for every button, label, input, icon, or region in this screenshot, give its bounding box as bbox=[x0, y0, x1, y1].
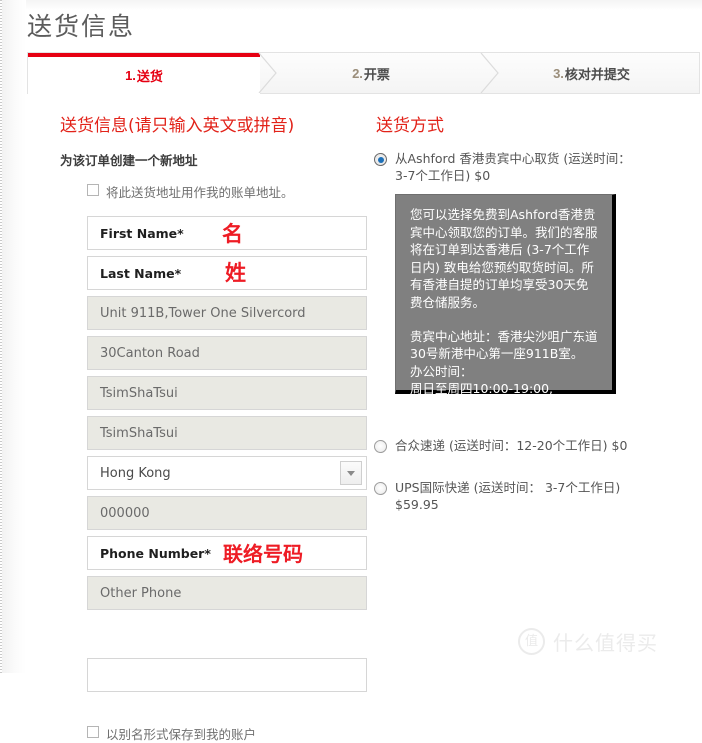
save-alias-checkbox[interactable] bbox=[87, 726, 99, 738]
district-field[interactable]: TsimShaTsui bbox=[87, 416, 367, 450]
tooltip-paragraph-5: 周五10:00-17:00 bbox=[410, 398, 512, 414]
save-alias-checkbox-row[interactable]: 以别名形式保存到我的账户 bbox=[87, 724, 256, 743]
tab-review-label: 核对并提交 bbox=[564, 66, 630, 82]
other-phone-value: Other Phone bbox=[100, 585, 182, 601]
tab-review-submit[interactable]: 3. 核对并提交 bbox=[482, 53, 701, 93]
other-phone-field[interactable]: Other Phone bbox=[87, 576, 367, 610]
postal-code-field[interactable]: 000000 bbox=[87, 496, 367, 530]
shipping-option-ups-international[interactable]: UPS国际快递 (运送时间： 3-7个工作日) $59.95 bbox=[374, 479, 636, 513]
radio-hezhong-express[interactable] bbox=[374, 440, 387, 453]
phone-number-value: Phone Number* bbox=[100, 545, 211, 561]
tooltip-paragraph-4: 周日至周四10:00-19:00, bbox=[410, 381, 554, 397]
tooltip-paragraph-1: 您可以选择免费到Ashford香港贵宾中心领取您的订单。我们的客服将在订单到达香… bbox=[410, 207, 598, 310]
last-name-field[interactable]: Last Name* bbox=[87, 256, 367, 290]
phone-number-field[interactable]: Phone Number* bbox=[87, 536, 367, 570]
checkout-steps: 1. 送货 2. 开票 3. 核对并提交 bbox=[27, 52, 700, 94]
shipping-option-hezhong-express[interactable]: 合众速递 (运送时间：12-20个工作日) $0 bbox=[374, 437, 636, 454]
shipping-form-subheading: 为该订单创建一个新地址 bbox=[60, 153, 198, 168]
country-select[interactable]: Hong Kong bbox=[87, 456, 367, 490]
first-name-field[interactable]: First Name* bbox=[87, 216, 367, 250]
shipping-option-ups-label: UPS国际快递 (运送时间： 3-7个工作日) $59.95 bbox=[395, 480, 621, 512]
city-field[interactable]: TsimShaTsui bbox=[87, 376, 367, 410]
page-left-gradient-edge bbox=[2, 0, 26, 673]
use-as-billing-address-checkbox[interactable] bbox=[87, 184, 99, 196]
save-alias-label: 以别名形式保存到我的账户 bbox=[106, 727, 257, 742]
radio-pickup-ashford-hk[interactable] bbox=[374, 153, 387, 166]
chevron-down-icon[interactable] bbox=[340, 461, 362, 485]
tab-shipping[interactable]: 1. 送货 bbox=[28, 53, 260, 94]
page-title: 送货信息 bbox=[27, 12, 136, 41]
shipping-option-hezhong-label: 合众速递 (运送时间：12-20个工作日) $0 bbox=[395, 438, 628, 453]
checkout-content: 送货信息(请只输入英文或拼音) 为该订单创建一个新地址 将此送货地址用作我的账单… bbox=[27, 94, 700, 742]
alias-name-field[interactable] bbox=[87, 658, 367, 692]
address-line-1-value: Unit 911B,Tower One Silvercord bbox=[100, 305, 306, 321]
shipping-form-heading: 送货信息(请只输入英文或拼音) bbox=[60, 116, 295, 136]
first-name-value: First Name* bbox=[100, 225, 184, 241]
postal-code-value: 000000 bbox=[100, 505, 150, 521]
country-value: Hong Kong bbox=[100, 465, 171, 481]
shipping-option-pickup-label: 从Ashford 香港贵宾中心取货 (运送时间：3-7个工作日) $0 bbox=[395, 151, 631, 183]
city-value: TsimShaTsui bbox=[100, 385, 178, 401]
district-value: TsimShaTsui bbox=[100, 425, 178, 441]
address-line-1-field[interactable]: Unit 911B,Tower One Silvercord bbox=[87, 296, 367, 330]
checkout-page: 送货信息 1. 送货 2. 开票 3. 核对并提交 送货信息(请只输入英文或拼音… bbox=[0, 0, 702, 742]
tab-billing-number: 2. bbox=[352, 65, 363, 81]
tooltip-paragraph-2: 贵宾中心地址：香港尖沙咀广东道30号新港中心第一座911B室。 bbox=[410, 328, 598, 362]
address-line-2-value: 30Canton Road bbox=[100, 345, 200, 361]
tooltip-spacer bbox=[410, 312, 600, 328]
tab-shipping-label: 送货 bbox=[136, 69, 163, 84]
shipping-option-pickup-ashford-hk[interactable]: 从Ashford 香港贵宾中心取货 (运送时间：3-7个工作日) $0 bbox=[374, 150, 636, 184]
tab-billing[interactable]: 2. 开票 bbox=[260, 53, 482, 93]
shipping-method-heading: 送货方式 bbox=[376, 116, 444, 136]
use-as-billing-address-label: 将此送货地址用作我的账单地址。 bbox=[106, 185, 294, 200]
tab-billing-label: 开票 bbox=[363, 66, 390, 82]
tooltip-paragraph-6: 周六及公众假期休息。 bbox=[410, 416, 536, 432]
last-name-value: Last Name* bbox=[100, 265, 182, 281]
tab-review-number: 3. bbox=[553, 65, 564, 81]
use-as-billing-address-checkbox-row[interactable]: 将此送货地址用作我的账单地址。 bbox=[87, 182, 294, 201]
tooltip-paragraph-3: 办公时间： bbox=[410, 363, 473, 379]
tab-shipping-number: 1. bbox=[125, 68, 136, 83]
radio-ups-international[interactable] bbox=[374, 482, 387, 495]
address-line-2-field[interactable]: 30Canton Road bbox=[87, 336, 367, 370]
pickup-info-tooltip: 您可以选择免费到Ashford香港贵宾中心领取您的订单。我们的客服将在订单到达香… bbox=[395, 194, 616, 432]
